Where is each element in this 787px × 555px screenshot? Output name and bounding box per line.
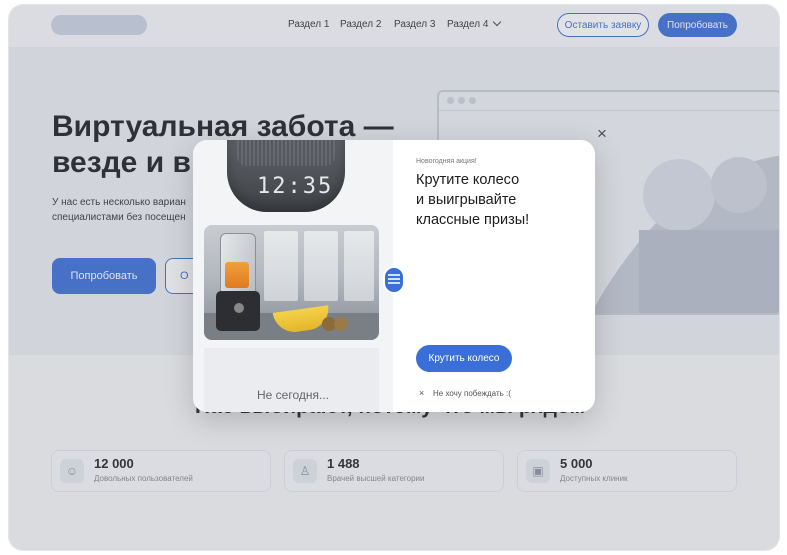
window-pane [304, 231, 338, 301]
window-pane [264, 231, 298, 301]
promo-image-panel: 12:35 Не сегодня... [193, 140, 393, 412]
pointer-lines [388, 274, 400, 276]
blender-photo [204, 225, 379, 340]
blender-jar [220, 233, 256, 293]
fruit [334, 317, 348, 331]
decline-link[interactable]: Не хочу побеждать :( [433, 389, 511, 398]
blender-contents [225, 262, 249, 288]
close-icon[interactable]: × [419, 388, 424, 398]
blender-base [216, 291, 260, 331]
browser-frame: Раздел 1 Раздел 2 Раздел 3 Раздел 4 Оста… [9, 5, 779, 550]
knob-icon [234, 303, 244, 313]
promo-tag: Новогодняя акция! [416, 158, 477, 165]
not-today-link[interactable]: Не сегодня... [193, 388, 393, 402]
speaker-grill [237, 140, 335, 166]
spin-wheel-button[interactable]: Крутить колесо [416, 345, 512, 372]
promo-modal: 12:35 Не сегодня... Новогодняя акция! Кр… [193, 140, 595, 412]
promo-title: Крутите колесо и выигрывайте классные пр… [416, 172, 530, 228]
smart-speaker-image: 12:35 [227, 140, 345, 212]
window-pane [344, 231, 374, 301]
wheel-pointer [383, 266, 405, 294]
panel-footer [204, 348, 379, 412]
speaker-clock: 12:35 [257, 174, 334, 199]
